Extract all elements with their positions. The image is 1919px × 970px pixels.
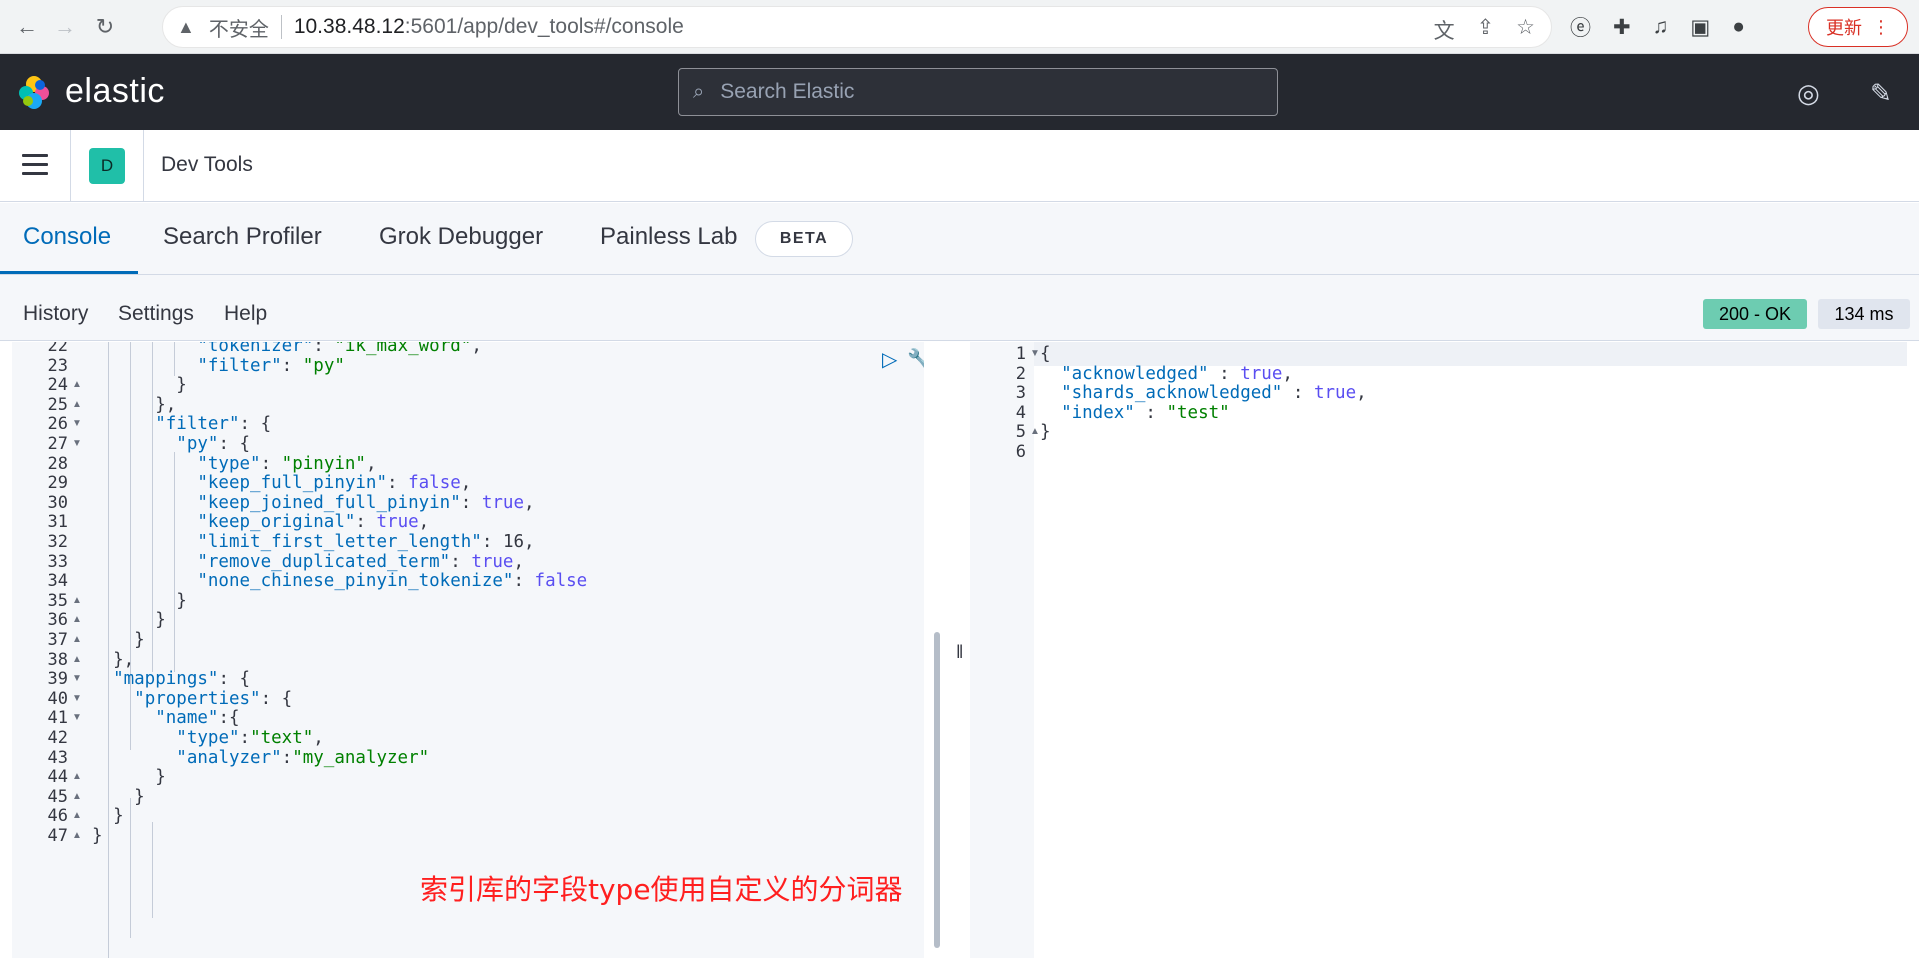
- request-code[interactable]: "tokenizer": "ik_max_word", "filter": "p…: [86, 342, 924, 958]
- fold-open-icon[interactable]: ▼: [72, 418, 82, 429]
- browser-toolbar: ← → ↻ ▲ 不安全 10.38.48.12:5601/app/dev_too…: [0, 0, 1919, 54]
- help-icon[interactable]: ◎: [1797, 78, 1820, 109]
- tab-painless-lab[interactable]: Painless Lab: [600, 223, 737, 251]
- omnibox-separator: [280, 15, 282, 39]
- dev-tools-tabs: Console Search Profiler Grok Debugger Pa…: [0, 203, 1919, 275]
- request-editor[interactable]: 22 23 24 ▲ 25 ▲ 26 ▼ 27 ▼ 28 29 30 31 32 33 34 35 ▲ 36 ▲ 37 ▲ 3…: [12, 342, 924, 958]
- request-actions: ▷ 🔧: [882, 347, 924, 372]
- console-toolbar: History Settings Help 200 - OK 134 ms: [0, 275, 1919, 341]
- update-label: 更新: [1826, 18, 1862, 38]
- divider: [70, 130, 71, 202]
- extension-e-icon[interactable]: ⓔ: [1570, 12, 1591, 42]
- newsfeed-icon[interactable]: ✎: [1870, 78, 1892, 109]
- warning-icon: ▲: [177, 16, 195, 37]
- kibana-header: elastic ⌕ Search Elastic ◎ ✎: [0, 54, 1919, 130]
- forward-icon[interactable]: →: [50, 12, 80, 42]
- indent-guide: [130, 798, 131, 938]
- update-button[interactable]: 更新 ⋮: [1808, 7, 1908, 47]
- request-line-number: 47: [47, 826, 68, 846]
- back-icon[interactable]: ←: [12, 12, 42, 42]
- history-link[interactable]: History: [23, 302, 88, 326]
- beta-badge: BETA: [755, 221, 853, 257]
- fold-close-icon[interactable]: ▲: [72, 634, 82, 645]
- request-gutter: 22 23 24 ▲ 25 ▲ 26 ▼ 27 ▼ 28 29 30 31 32 33 34 35 ▲ 36 ▲ 37 ▲ 3…: [12, 342, 86, 958]
- fold-open-icon[interactable]: ▼: [72, 693, 82, 704]
- translate-icon[interactable]: ⽂: [1434, 15, 1455, 45]
- fold-close-icon[interactable]: ▲: [72, 614, 82, 625]
- breadcrumb[interactable]: Dev Tools: [161, 153, 253, 177]
- space-avatar[interactable]: D: [89, 148, 125, 184]
- fold-open-icon[interactable]: ▼: [72, 438, 82, 449]
- address-bar[interactable]: ▲ 不安全 10.38.48.12:5601/app/dev_tools#/co…: [162, 6, 1552, 48]
- fold-close-icon[interactable]: ▲: [72, 791, 82, 802]
- omnibox-actions: ⽂ ⇪ ☆: [1434, 15, 1535, 45]
- divider: [143, 130, 144, 202]
- fold-close-icon[interactable]: ▲: [72, 810, 82, 821]
- url-path: :5601/app/dev_tools#/console: [404, 15, 684, 38]
- media-icon[interactable]: ♫: [1653, 15, 1669, 39]
- fold-open-icon[interactable]: ▼: [72, 673, 82, 684]
- response-line-number: 6: [1015, 442, 1026, 462]
- request-time-badge: 134 ms: [1818, 299, 1910, 329]
- annotation-text: 索引库的字段type使用自定义的分词器: [420, 873, 903, 906]
- extension-icons: ⓔ ✚ ♫ ▣ ●: [1570, 12, 1745, 42]
- settings-link[interactable]: Settings: [118, 302, 194, 326]
- tab-search-profiler[interactable]: Search Profiler: [163, 223, 322, 251]
- response-editor[interactable]: 1 ▼ 2 3 4 5 ▲ 6 { "acknowledged" : true, "shard…: [970, 342, 1907, 958]
- active-tab-indicator: [0, 271, 138, 274]
- fold-close-icon[interactable]: ▲: [72, 654, 82, 665]
- help-link[interactable]: Help: [224, 302, 267, 326]
- fold-close-icon[interactable]: ▲: [72, 830, 82, 841]
- editor-resizer[interactable]: ‖: [924, 342, 970, 958]
- request-scrollbar[interactable]: [934, 632, 940, 948]
- search-icon: ⌕: [693, 80, 705, 103]
- indent-guide: [152, 822, 153, 918]
- tab-console[interactable]: Console: [23, 223, 111, 251]
- response-code-line: }: [1040, 422, 1051, 443]
- elastic-logo-icon[interactable]: [16, 74, 52, 110]
- response-gutter: 1 ▼ 2 3 4 5 ▲ 6: [970, 342, 1040, 958]
- response-code-line: "index" : "test": [1061, 402, 1230, 423]
- fold-open-icon[interactable]: ▼: [72, 712, 82, 723]
- share-icon[interactable]: ⇪: [1477, 15, 1495, 45]
- response-code[interactable]: { "acknowledged" : true, "shards_acknowl…: [1034, 342, 1907, 958]
- logo-text[interactable]: elastic: [65, 72, 165, 111]
- menu-icon[interactable]: [22, 154, 48, 176]
- insecure-label: 不安全: [208, 18, 269, 41]
- search-placeholder: Search Elastic: [720, 80, 855, 103]
- star-icon[interactable]: ☆: [1516, 15, 1535, 45]
- fold-close-icon[interactable]: ▲: [72, 379, 82, 390]
- bottom-strip: [0, 958, 1919, 970]
- request-code-line: }: [92, 826, 103, 846]
- fold-close-icon[interactable]: ▲: [72, 595, 82, 606]
- tab-grok-debugger[interactable]: Grok Debugger: [379, 223, 543, 251]
- search-input[interactable]: ⌕ Search Elastic: [678, 68, 1278, 116]
- status-badge: 200 - OK: [1703, 299, 1807, 329]
- resize-handle-icon[interactable]: ‖: [956, 642, 963, 663]
- profile-icon[interactable]: ●: [1732, 15, 1745, 39]
- sidepanel-icon[interactable]: ▣: [1690, 15, 1710, 40]
- wrench-icon[interactable]: 🔧: [907, 347, 924, 372]
- reload-icon[interactable]: ↻: [90, 12, 120, 42]
- url-host: 10.38.48.12: [293, 15, 405, 38]
- fold-close-icon[interactable]: ▲: [72, 399, 82, 410]
- puzzle-icon[interactable]: ✚: [1613, 15, 1631, 40]
- fold-close-icon[interactable]: ▲: [72, 771, 82, 782]
- more-icon: ⋮: [1872, 16, 1890, 37]
- app-bar: D Dev Tools: [0, 130, 1919, 202]
- play-icon[interactable]: ▷: [882, 347, 897, 372]
